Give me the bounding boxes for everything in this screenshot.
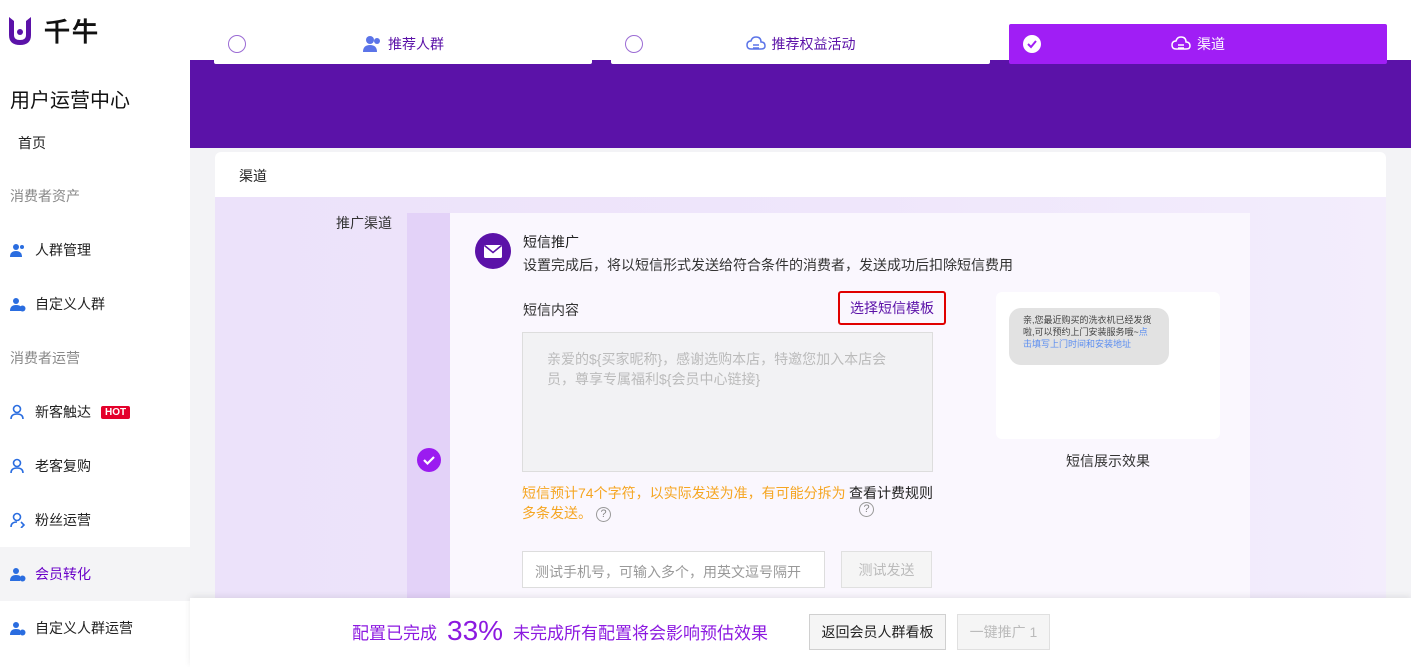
sidebar-item-label: 会员转化 [35, 566, 91, 582]
fans-icon [10, 512, 26, 528]
select-template-button[interactable]: 选择短信模板 [838, 291, 946, 325]
step-label: 推荐权益活动 [771, 36, 856, 52]
sidebar-item-old-customer[interactable]: 老客复购 [0, 439, 190, 493]
sidebar-item-label: 人群管理 [35, 242, 91, 258]
step-radio [625, 35, 643, 53]
selection-column[interactable] [407, 213, 450, 598]
sidebar-item-custom-group-operation[interactable]: 自定义人群运营 [0, 601, 190, 655]
sidebar-item-crowd-management[interactable]: 人群管理 [0, 223, 190, 277]
people-icon [363, 36, 380, 52]
sidebar-title: 用户运营中心 [10, 90, 130, 112]
one-click-promote-button[interactable]: 一键推广 1 [957, 614, 1050, 650]
warning-text: 短信预计74个字符，以实际发送为准，有可能分拆为多条发送。 [522, 485, 846, 521]
preview-text: 亲,您最近购买的洗衣机已经发货啦,可以预约上门安装服务哦~ [1023, 315, 1152, 337]
hot-badge: HOT [101, 405, 131, 419]
help-icon[interactable]: ? [596, 506, 611, 522]
preview-caption: 短信展示效果 [1066, 453, 1150, 469]
old-customer-icon [10, 458, 24, 474]
custom-users-icon [10, 298, 26, 312]
progress-percent: 33% [447, 615, 504, 646]
sidebar-section-consumer-operation: 消费者运营 [10, 350, 80, 366]
custom-group-icon [10, 622, 26, 636]
progress-prefix: 配置已完成 [352, 623, 437, 643]
cloud-icon [745, 36, 766, 50]
cloud-icon [1171, 36, 1191, 50]
sms-content-label: 短信内容 [523, 302, 579, 318]
member-icon [10, 568, 26, 582]
sidebar-item-label: 自定义人群 [35, 296, 105, 312]
selected-check-icon[interactable] [417, 448, 441, 472]
sidebar-item-fans[interactable]: 粉丝运营 [0, 493, 190, 547]
help-icon[interactable]: ? [859, 502, 874, 517]
sidebar-item-custom-crowd[interactable]: 自定义人群 [0, 277, 190, 331]
sidebar-item-member-conversion[interactable]: 会员转化 [0, 547, 190, 601]
back-to-dashboard-button[interactable]: 返回会员人群看板 [809, 614, 946, 650]
sidebar-item-label: 首页 [18, 135, 46, 151]
progress-suffix: 未完成所有配置将会影响预估效果 [513, 623, 769, 643]
app-logo[interactable]: 千牛 [6, 12, 100, 49]
completion-progress: 配置已完成 33% 未完成所有配置将会影响预估效果 [352, 615, 768, 647]
step-channel[interactable]: 渠道 [1009, 24, 1387, 64]
envelope-icon [475, 233, 511, 269]
check-icon [1023, 35, 1041, 53]
fee-rule-link[interactable]: 查看计费规则 [849, 483, 933, 503]
sidebar-item-label: 老客复购 [35, 458, 91, 474]
step-band [190, 60, 1411, 148]
sidebar-item-label: 粉丝运营 [35, 512, 91, 528]
sidebar: 用户运营中心 首页 消费者资产 人群管理 自定义人群 消费者运营 新客触达 HO… [0, 60, 190, 667]
sms-content-textarea[interactable]: 亲爱的${买家昵称}，感谢选购本店，特邀您加入本店会员，尊享专属福利${会员中心… [522, 332, 933, 472]
step-recommend-crowd[interactable]: 推荐人群 [214, 24, 592, 64]
step-label: 推荐人群 [388, 36, 444, 52]
sms-preview-bubble: 亲,您最近购买的洗衣机已经发货啦,可以预约上门安装服务哦~点击填写上门时间和安装… [1009, 308, 1169, 365]
sidebar-section-consumer-assets: 消费者资产 [10, 188, 80, 204]
card-title: 渠道 [215, 152, 1386, 198]
sms-length-warning: 短信预计74个字符，以实际发送为准，有可能分拆为多条发送。? [522, 483, 852, 523]
sidebar-item-home[interactable]: 首页 [0, 116, 190, 170]
sms-title: 短信推广 [523, 234, 579, 250]
app-name: 千牛 [44, 17, 101, 47]
step-recommend-benefit[interactable]: 推荐权益活动 [611, 24, 990, 64]
step-label: 渠道 [1197, 36, 1225, 52]
users-icon [10, 244, 24, 257]
sms-description: 设置完成后，将以短信形式发送给符合条件的消费者，发送成功后扣除短信费用 [523, 257, 1013, 273]
qianniu-logo-icon [9, 16, 31, 45]
new-customer-icon [10, 404, 24, 420]
sidebar-item-label: 自定义人群运营 [35, 620, 133, 636]
sidebar-item-label: 新客触达 [35, 404, 91, 420]
test-phone-input[interactable]: 测试手机号，可输入多个，用英文逗号隔开 [522, 551, 825, 588]
field-label-channel: 推广渠道 [336, 215, 392, 231]
step-radio [228, 35, 246, 53]
test-send-button[interactable]: 测试发送 [841, 551, 932, 588]
sidebar-item-new-customer[interactable]: 新客触达 HOT [0, 385, 190, 439]
